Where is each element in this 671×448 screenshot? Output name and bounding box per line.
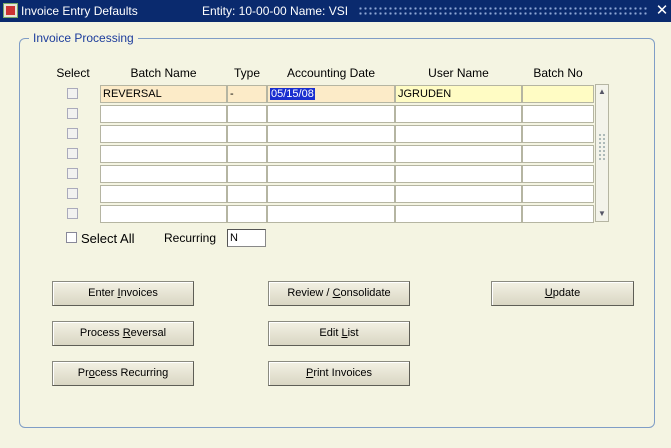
window-title: Invoice Entry Defaults: [21, 4, 138, 18]
row-select-checkbox[interactable]: [67, 148, 78, 159]
review-consolidate-label-pre: Review /: [287, 287, 333, 299]
process-reversal-label-post: eversal: [130, 327, 167, 339]
row-select-checkbox[interactable]: [67, 128, 78, 139]
row-select-checkbox[interactable]: [67, 108, 78, 119]
col-header-user-name: User Name: [428, 66, 489, 80]
scroll-up-icon[interactable]: ▲: [597, 87, 607, 97]
row-select-checkbox[interactable]: [67, 208, 78, 219]
review-consolidate-label-post: onsolidate: [340, 287, 391, 299]
print-invoices-button[interactable]: Print Invoices: [268, 361, 410, 386]
type-cell[interactable]: [227, 145, 267, 163]
batch-no-cell[interactable]: [522, 205, 594, 223]
print-invoices-label-post: rint Invoices: [313, 367, 373, 379]
type-cell[interactable]: -: [227, 85, 267, 103]
edit-list-button[interactable]: Edit List: [268, 321, 410, 346]
user-name-cell[interactable]: [395, 145, 522, 163]
entity-info: Entity: 10-00-00 Name: VSI: [202, 4, 349, 18]
col-header-batch-no: Batch No: [533, 66, 583, 80]
edit-list-label-pre: Edit: [319, 327, 342, 339]
process-recurring-label-pre: Pr: [77, 367, 89, 379]
col-header-batch-name: Batch Name: [130, 66, 197, 80]
col-header-accounting-date: Accounting Date: [286, 66, 376, 80]
review-consolidate-button[interactable]: Review / Consolidate: [268, 281, 410, 306]
enter-invoices-label-post: nvoices: [120, 287, 158, 299]
type-cell[interactable]: [227, 105, 267, 123]
col-header-type: Type: [233, 66, 260, 80]
process-recurring-label-post: cess Recurring: [94, 367, 169, 379]
process-reversal-label-pre: Process: [79, 327, 123, 339]
row-select-checkbox[interactable]: [67, 88, 78, 99]
select-all-label: Select All: [81, 231, 135, 246]
recurring-field[interactable]: N: [227, 229, 266, 247]
user-name-cell[interactable]: [395, 125, 522, 143]
process-reversal-accelerator: R: [122, 327, 131, 339]
edit-list-label-post: ist: [347, 327, 359, 339]
enter-invoices-label-pre: Enter: [88, 287, 118, 299]
scroll-down-icon[interactable]: ▼: [597, 209, 607, 219]
user-name-cell[interactable]: [395, 185, 522, 203]
app-icon: [3, 3, 18, 18]
type-cell[interactable]: [227, 205, 267, 223]
select-all-checkbox[interactable]: [66, 232, 77, 243]
accounting-date-cell[interactable]: [267, 205, 395, 223]
batch-no-cell[interactable]: [522, 185, 594, 203]
batch-name-cell[interactable]: [100, 205, 227, 223]
accounting-date-cell[interactable]: [267, 145, 395, 163]
process-recurring-button[interactable]: Process Recurring: [52, 361, 194, 386]
user-name-cell[interactable]: [395, 205, 522, 223]
batch-name-cell[interactable]: [100, 105, 227, 123]
vertical-scrollbar[interactable]: ▲ ▼: [595, 84, 609, 222]
batch-no-cell[interactable]: [522, 145, 594, 163]
group-label: Invoice Processing: [29, 31, 138, 45]
batch-no-cell[interactable]: [522, 125, 594, 143]
user-name-cell[interactable]: [395, 105, 522, 123]
accounting-date-cell[interactable]: [267, 125, 395, 143]
recurring-label: Recurring: [164, 231, 217, 245]
scroll-thumb[interactable]: [598, 133, 606, 161]
type-cell[interactable]: [227, 165, 267, 183]
enter-invoices-button[interactable]: Enter Invoices: [52, 281, 194, 306]
row-select-checkbox[interactable]: [67, 168, 78, 179]
batch-name-cell[interactable]: REVERSAL: [100, 85, 227, 103]
batch-no-cell[interactable]: [522, 85, 594, 103]
type-cell[interactable]: [227, 185, 267, 203]
review-consolidate-accelerator: C: [332, 287, 341, 299]
process-reversal-button[interactable]: Process Reversal: [52, 321, 194, 346]
batch-no-cell[interactable]: [522, 105, 594, 123]
update-accelerator: U: [544, 287, 553, 299]
row-select-checkbox[interactable]: [67, 188, 78, 199]
batch-name-cell[interactable]: [100, 145, 227, 163]
title-bar: Invoice Entry Defaults Entity: 10-00-00 …: [0, 0, 671, 22]
batch-no-cell[interactable]: [522, 165, 594, 183]
type-cell[interactable]: [227, 125, 267, 143]
title-bar-pattern: [358, 6, 648, 16]
batch-name-cell[interactable]: [100, 165, 227, 183]
update-button[interactable]: Update: [491, 281, 634, 306]
batch-name-cell[interactable]: [100, 185, 227, 203]
user-name-cell[interactable]: [395, 165, 522, 183]
accounting-date-cell[interactable]: [267, 185, 395, 203]
batch-name-cell[interactable]: [100, 125, 227, 143]
update-label-post: pdate: [552, 287, 581, 299]
user-name-cell[interactable]: JGRUDEN: [395, 85, 522, 103]
col-header-select: Select: [56, 66, 90, 80]
accounting-date-cell[interactable]: [267, 105, 395, 123]
accounting-date-cell[interactable]: [267, 165, 395, 183]
accounting-date-value: 05/15/08: [270, 88, 315, 100]
accounting-date-cell[interactable]: 05/15/08: [267, 85, 395, 103]
close-icon[interactable]: ✕: [655, 2, 669, 19]
